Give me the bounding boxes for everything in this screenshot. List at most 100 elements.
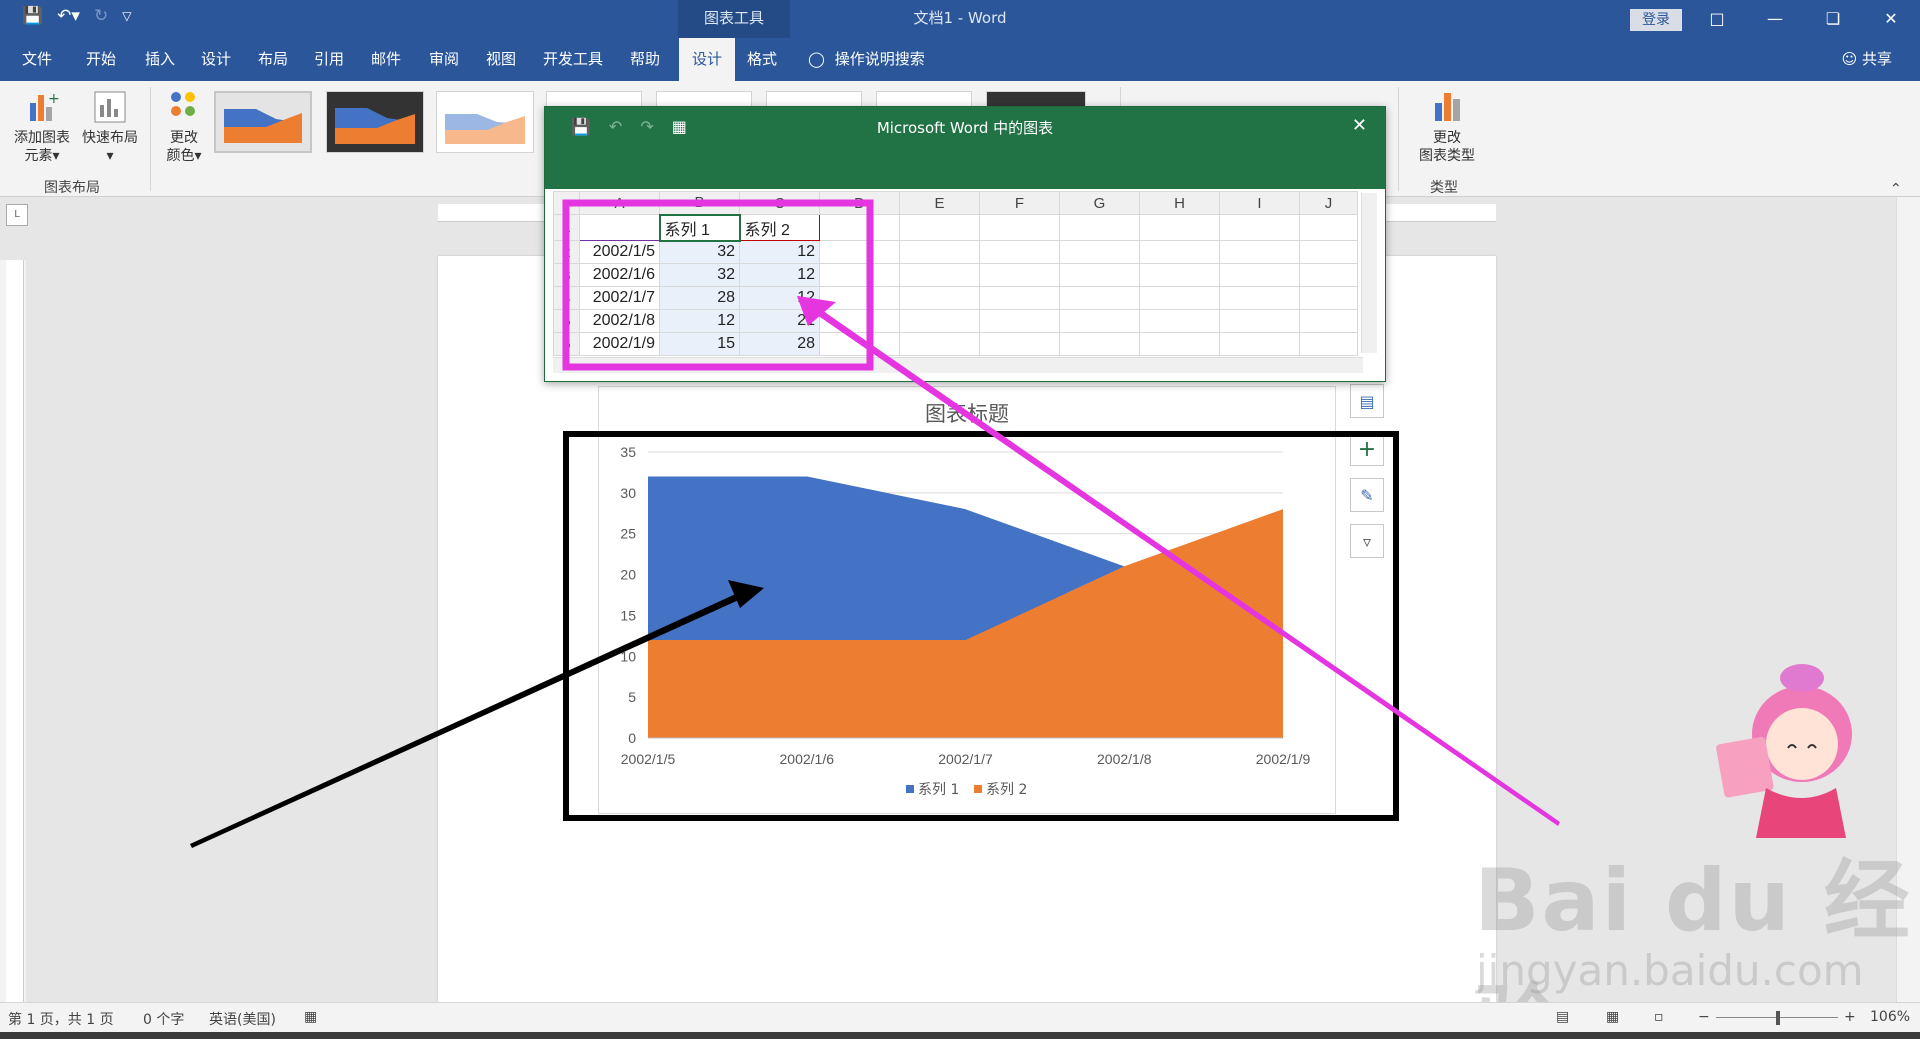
- minimize-icon[interactable]: —: [1746, 0, 1804, 38]
- cell[interactable]: [899, 332, 980, 356]
- datasheet-vertical-scrollbar[interactable]: [1361, 193, 1377, 353]
- cell[interactable]: [899, 309, 980, 333]
- cell[interactable]: [1059, 240, 1140, 264]
- cell[interactable]: 12: [659, 309, 740, 333]
- word-count[interactable]: 0 个字: [143, 1009, 184, 1029]
- cell[interactable]: 21: [739, 309, 820, 333]
- undo-icon[interactable]: ↶▾: [57, 6, 80, 26]
- cell[interactable]: [1139, 286, 1220, 310]
- tab-references[interactable]: 引用: [314, 38, 344, 81]
- area-chart[interactable]: 05101520253035 2002/1/5 2002/1/6 2002/1/7 2…: [598, 430, 1336, 810]
- tab-design[interactable]: 设计: [201, 38, 231, 81]
- cell[interactable]: [1059, 214, 1140, 241]
- web-layout-icon[interactable]: ▫: [1654, 1009, 1664, 1025]
- cell[interactable]: [819, 263, 900, 287]
- column-header[interactable]: F: [979, 191, 1060, 215]
- cell[interactable]: [1219, 309, 1300, 333]
- cell[interactable]: [819, 240, 900, 264]
- restore-icon[interactable]: ❏: [1804, 0, 1862, 38]
- cell[interactable]: [1299, 214, 1358, 241]
- change-chart-type-button[interactable]: 更改 图表类型: [1408, 89, 1486, 165]
- cell[interactable]: [899, 214, 980, 241]
- column-header[interactable]: I: [1219, 191, 1300, 215]
- row-header[interactable]: 3: [553, 263, 580, 287]
- cell[interactable]: [899, 263, 980, 287]
- select-all-corner[interactable]: [553, 191, 580, 215]
- layout-options-button[interactable]: ▤: [1350, 384, 1384, 418]
- cell[interactable]: [1299, 332, 1358, 356]
- cell[interactable]: [1139, 214, 1220, 241]
- row-header[interactable]: 1: [553, 214, 580, 241]
- cell[interactable]: 28: [659, 286, 740, 310]
- zoom-out-icon[interactable]: −: [1698, 1009, 1710, 1025]
- cell[interactable]: [899, 240, 980, 264]
- cell[interactable]: [579, 214, 660, 241]
- chart-elements-button[interactable]: +: [1350, 432, 1384, 466]
- print-layout-icon[interactable]: ▦: [1606, 1009, 1619, 1025]
- language[interactable]: 英语(美国): [209, 1009, 276, 1029]
- zoom-slider-thumb[interactable]: [1776, 1011, 1780, 1025]
- cell[interactable]: 系列 2: [739, 214, 820, 241]
- tab-layout[interactable]: 布局: [258, 38, 288, 81]
- zoom-level[interactable]: 106%: [1870, 1009, 1910, 1025]
- collapse-ribbon-icon[interactable]: ⌃: [1890, 181, 1902, 197]
- cell[interactable]: [1059, 309, 1140, 333]
- cell[interactable]: [899, 286, 980, 310]
- cell[interactable]: [1219, 240, 1300, 264]
- save-icon[interactable]: 💾: [22, 6, 43, 26]
- cell[interactable]: [1139, 263, 1220, 287]
- cell[interactable]: [1219, 214, 1300, 241]
- cell[interactable]: 15: [659, 332, 740, 356]
- macro-icon[interactable]: ▦: [304, 1009, 317, 1025]
- column-header[interactable]: E: [899, 191, 980, 215]
- cell[interactable]: 12: [739, 286, 820, 310]
- cell[interactable]: [1059, 263, 1140, 287]
- redo-icon[interactable]: ↻: [94, 6, 108, 26]
- column-header[interactable]: A: [579, 191, 660, 215]
- tab-file[interactable]: 文件: [22, 38, 52, 81]
- login-button[interactable]: 登录: [1630, 9, 1682, 31]
- cell[interactable]: [819, 214, 900, 241]
- close-icon[interactable]: ✕: [1862, 0, 1920, 38]
- row-header[interactable]: 2: [553, 240, 580, 264]
- column-header[interactable]: B: [659, 191, 740, 215]
- change-colors-button[interactable]: 更改 颜色▾: [158, 89, 210, 165]
- chart-title[interactable]: 图表标题: [598, 398, 1336, 428]
- tab-home[interactable]: 开始: [86, 38, 116, 81]
- row-header[interactable]: 4: [553, 286, 580, 310]
- cell[interactable]: 2002/1/9: [579, 332, 660, 356]
- tab-chart-format[interactable]: 格式: [747, 38, 777, 81]
- chart-style-1[interactable]: [214, 91, 312, 153]
- zoom-in-icon[interactable]: +: [1844, 1009, 1856, 1025]
- cell[interactable]: [1139, 332, 1220, 356]
- cell[interactable]: [979, 263, 1060, 287]
- read-mode-icon[interactable]: ▤: [1556, 1009, 1569, 1025]
- cell[interactable]: [1139, 309, 1220, 333]
- tab-chart-design[interactable]: 设计: [679, 38, 735, 81]
- row-header[interactable]: 6: [553, 332, 580, 356]
- cell[interactable]: 32: [659, 240, 740, 264]
- tab-mailings[interactable]: 邮件: [371, 38, 401, 81]
- cell[interactable]: 2002/1/8: [579, 309, 660, 333]
- tab-help[interactable]: 帮助: [630, 38, 660, 81]
- chart-styles-button[interactable]: ✎: [1350, 478, 1384, 512]
- cell[interactable]: [1059, 332, 1140, 356]
- datasheet-horizontal-scrollbar[interactable]: [553, 357, 1363, 373]
- cell[interactable]: 2002/1/7: [579, 286, 660, 310]
- cell[interactable]: [1219, 286, 1300, 310]
- column-header[interactable]: D: [819, 191, 900, 215]
- cell[interactable]: [979, 332, 1060, 356]
- cell[interactable]: 32: [659, 263, 740, 287]
- legend[interactable]: 系列 1 系列 2: [906, 782, 1027, 798]
- cell[interactable]: [1299, 286, 1358, 310]
- cell[interactable]: [979, 240, 1060, 264]
- cell[interactable]: 2002/1/6: [579, 263, 660, 287]
- column-header[interactable]: J: [1299, 191, 1358, 215]
- cell[interactable]: [1219, 263, 1300, 287]
- cell[interactable]: [819, 332, 900, 356]
- cell[interactable]: [1059, 286, 1140, 310]
- quick-layout-button[interactable]: 快速布局 ▾: [78, 89, 142, 165]
- share-button[interactable]: ☺ 共享: [1842, 38, 1892, 81]
- cell[interactable]: [1299, 240, 1358, 264]
- cell[interactable]: 12: [739, 263, 820, 287]
